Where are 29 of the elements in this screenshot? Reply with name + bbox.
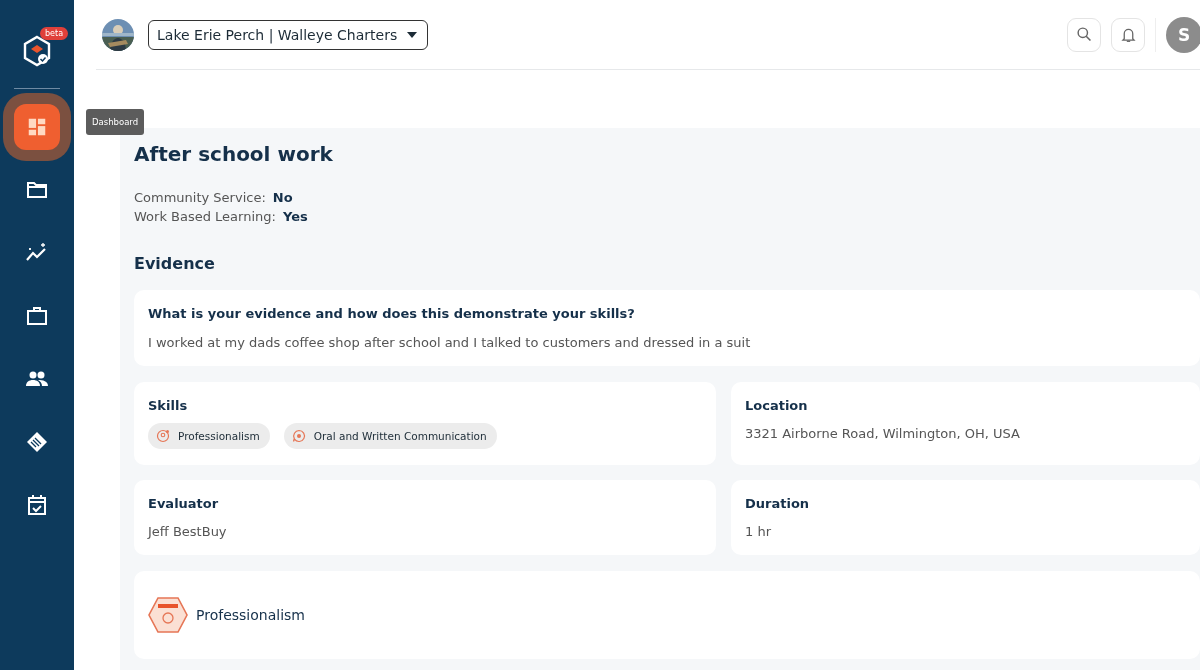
tooltip: Dashboard xyxy=(86,109,145,135)
section-heading: Evidence xyxy=(134,254,216,273)
card-value: 1 hr xyxy=(745,524,772,539)
beta-badge: beta xyxy=(40,27,69,40)
field-value: No xyxy=(272,190,293,205)
calendar-icon xyxy=(25,492,49,517)
field-label: Work Based Learning: xyxy=(134,209,276,224)
field-label: Community Service: xyxy=(134,190,266,205)
skill-name: Professionalism xyxy=(178,430,260,442)
skill-badge-icon xyxy=(148,595,188,635)
card-label: Skills xyxy=(148,398,189,413)
card-value: 3321 Airborne Road, Wilmington, OH, USA xyxy=(745,426,1021,441)
card-label: Location xyxy=(745,398,809,413)
skill-name: Oral and Written Communication xyxy=(313,430,487,442)
card-label: Evaluator xyxy=(148,496,220,511)
question-text: What is your evidence and how does this demonstrate your skills? xyxy=(148,306,636,321)
answer-text: I worked at my dads coffee shop after school and I talked to customers and dressed in a suit xyxy=(148,335,752,350)
card-label: Duration xyxy=(745,496,811,511)
organization-dropdown[interactable]: Lake Erie Perch | Walleye Charters xyxy=(148,19,429,50)
search-icon xyxy=(1075,26,1093,43)
bell-icon xyxy=(1119,26,1137,43)
page-title: After school work xyxy=(134,142,334,166)
card-value: Jeff BestBuy xyxy=(148,524,228,539)
skill-title: Professionalism xyxy=(196,607,305,623)
notifications-button[interactable] xyxy=(1111,17,1145,52)
caret-icon xyxy=(407,31,418,38)
field-value: Yes xyxy=(282,209,308,224)
chat-bubble-icon xyxy=(291,429,306,443)
search-button[interactable] xyxy=(1067,17,1101,52)
